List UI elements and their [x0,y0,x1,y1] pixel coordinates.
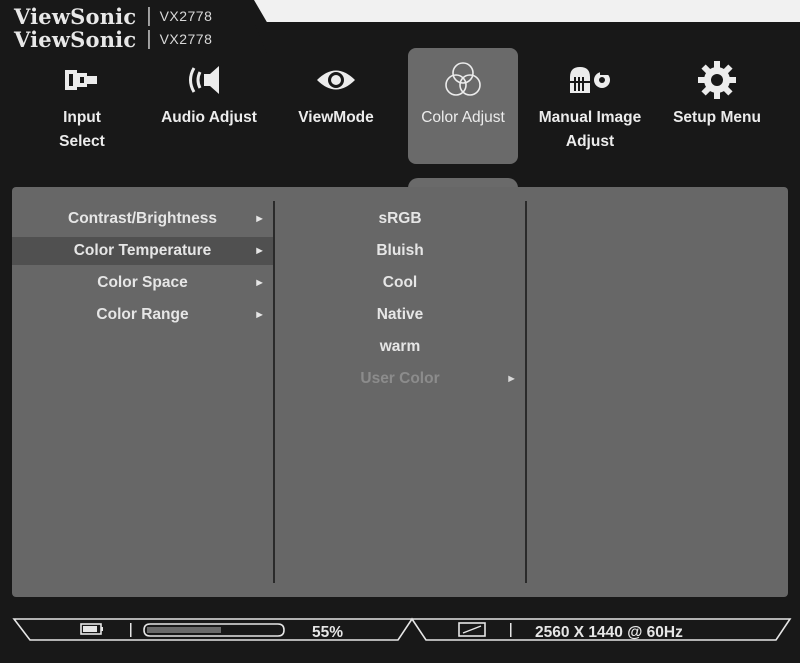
model-name: VX2778 [159,31,213,47]
menu-item-label: Color Range [96,306,189,323]
nav-manual-image-adjust[interactable]: Manual Image Adjust [535,48,645,164]
chevron-right-icon: ► [254,245,265,257]
submenu-item-label: Bluish [376,242,424,259]
status-divider [130,623,132,637]
nav-color-adjust[interactable]: Color Adjust [408,48,518,164]
submenu-item-user-color: User Color ► [275,365,525,393]
submenu-item-label: User Color [360,370,440,387]
brand-name: ViewSonic [14,3,137,29]
menu-item-label: Color Space [97,274,188,291]
brand-separator: | [146,27,152,50]
menu-item-color-space[interactable]: Color Space ► [12,269,273,297]
brand-separator: | [146,4,152,27]
nav-label: Color Adjust [421,109,505,126]
nav-label: Manual Image [538,109,642,126]
submenu-item-native[interactable]: Native [275,301,525,329]
color-circles-icon [408,58,518,102]
speaker-icon [154,58,264,102]
nav-label: Setup Menu [673,109,761,126]
menu-item-contrast-brightness[interactable]: Contrast/Brightness ► [12,205,273,233]
brightness-value: 55% [312,624,344,641]
battery-icon [80,623,103,635]
brightness-bar-fill [147,627,221,633]
submenu-item-cool[interactable]: Cool [275,269,525,297]
menu-item-color-temperature[interactable]: Color Temperature ► [12,237,273,265]
submenu-item-srgb[interactable]: sRGB [275,205,525,233]
chevron-right-icon: ► [254,309,265,321]
chevron-right-icon: ► [506,373,517,385]
submenu-item-label: Native [376,306,424,323]
nav-label-2: Adjust [565,133,615,150]
input-select-icon [27,58,137,102]
submenu-item-label: warm [379,338,421,355]
eye-icon [281,58,391,102]
status-divider [510,623,512,637]
nav-setup-menu[interactable]: Setup Menu [662,48,772,164]
status-bar: 55% 2560 X 1440 @ 60Hz [0,596,800,663]
gear-icon [662,58,772,102]
nav-label-2: Select [59,133,105,150]
menu-item-label: Contrast/Brightness [68,210,217,227]
menu-item-color-range[interactable]: Color Range ► [12,301,273,329]
submenu-item-label: sRGB [378,210,422,227]
model-name: VX2778 [159,8,213,24]
menu-item-label: Color Temperature [73,242,212,259]
resolution-text: 2560 X 1440 @ 60Hz [535,624,683,641]
nav-label: Input [63,109,101,126]
submenu-item-warm[interactable]: warm [275,333,525,361]
image-adjust-icon [535,58,645,102]
nav-audio-adjust[interactable]: Audio Adjust [154,48,264,164]
brand-overlay: ViewSonic | VX2778 [14,2,212,30]
column-divider [525,201,527,583]
nav-label: ViewMode [298,109,374,126]
submenu-item-label: Cool [382,274,418,291]
nav-viewmode[interactable]: ViewMode [281,48,391,164]
nav-label: Audio Adjust [161,109,257,126]
submenu-item-bluish[interactable]: Bluish [275,237,525,265]
display-icon [458,622,486,637]
chevron-right-icon: ► [254,277,265,289]
nav-input-select[interactable]: Input Select [27,48,137,164]
chevron-right-icon: ► [254,213,265,225]
